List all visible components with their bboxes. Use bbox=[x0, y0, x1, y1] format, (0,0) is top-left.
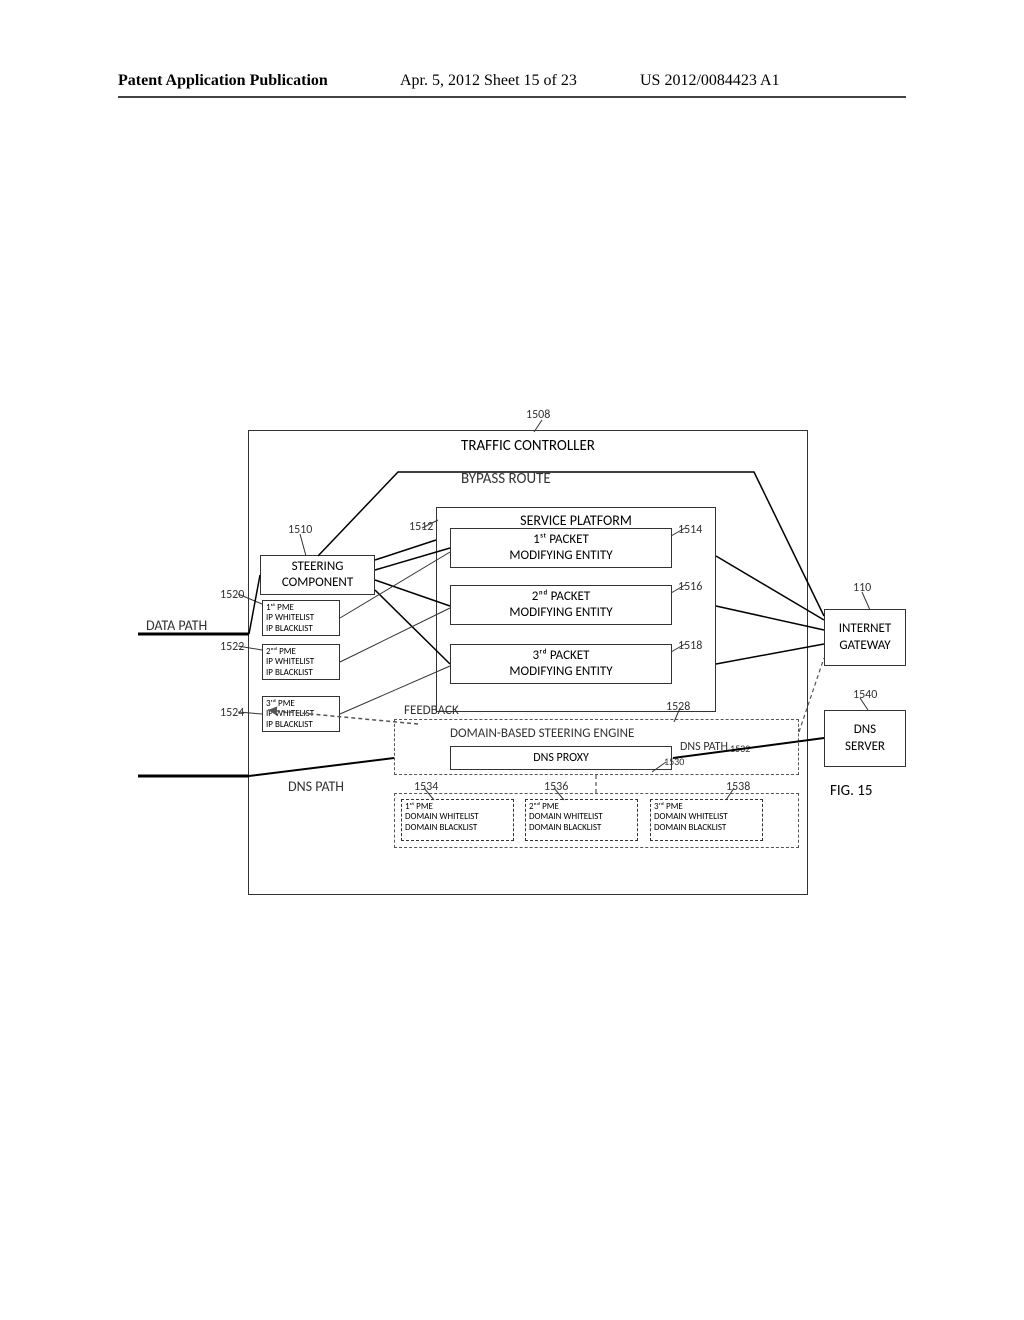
header-center: Apr. 5, 2012 Sheet 15 of 23 bbox=[400, 72, 577, 90]
figure-15: TRAFFIC CONTROLLER 1508 BYPASS ROUTE SER… bbox=[118, 410, 906, 930]
header-rule bbox=[118, 96, 906, 98]
header-left: Patent Application Publication bbox=[118, 72, 328, 90]
header-right: US 2012/0084423 A1 bbox=[640, 72, 780, 90]
figure-caption: FIG. 15 bbox=[830, 782, 873, 800]
page: Patent Application Publication Apr. 5, 2… bbox=[0, 0, 1024, 1320]
